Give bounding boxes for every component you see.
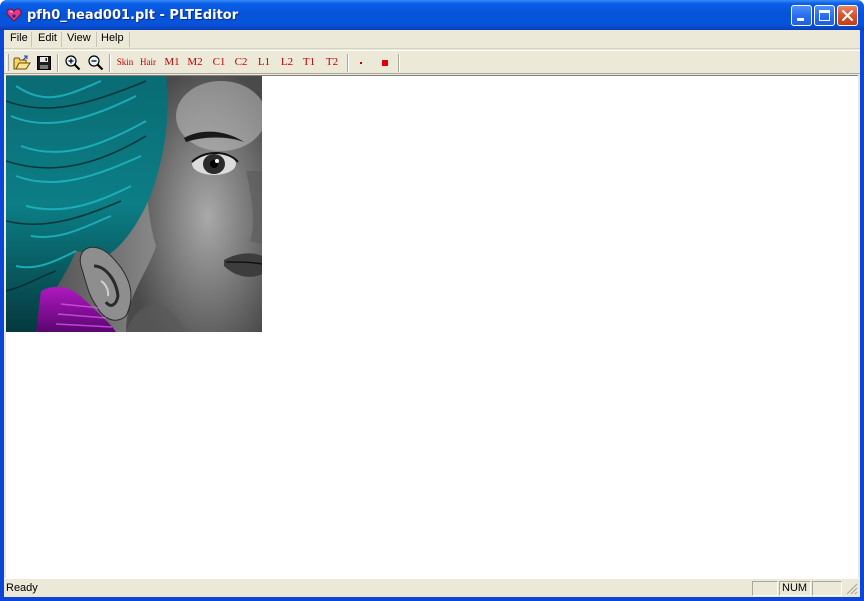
menu-edit[interactable]: Edit: [33, 30, 62, 49]
layer-c2-button[interactable]: C2: [230, 53, 252, 72]
menu-bar: File Edit View Help: [4, 30, 860, 49]
menu-file[interactable]: File: [5, 30, 33, 49]
zoom-out-icon: [87, 55, 103, 71]
layer-c2-label: C2: [234, 56, 248, 68]
title-bar[interactable]: pfh0_head001.plt - PLTEditor: [0, 0, 864, 30]
close-button[interactable]: [837, 5, 858, 26]
layer-m2-button[interactable]: M2: [184, 53, 206, 72]
status-pane-scroll: [812, 581, 842, 596]
app-window: pfh0_head001.plt - PLTEditor File Edit V…: [0, 0, 864, 601]
layer-skin-label: Skin: [116, 57, 134, 67]
zoom-out-button[interactable]: [85, 53, 105, 72]
large-brush-button[interactable]: [375, 53, 395, 72]
close-icon: [842, 10, 853, 21]
menu-separator: [31, 32, 32, 47]
layer-m1-label: M1: [164, 56, 180, 68]
toolbar-separator: [57, 54, 59, 72]
layer-c1-button[interactable]: C1: [208, 53, 230, 72]
layer-t2-button[interactable]: T2: [321, 53, 343, 72]
small-brush-dot-icon: [360, 61, 362, 64]
toolbar-grip[interactable]: [6, 54, 9, 71]
layer-l1-button[interactable]: L1: [253, 53, 275, 72]
menu-view[interactable]: View: [62, 30, 96, 49]
status-pane-caps: [752, 581, 778, 596]
large-brush-square-icon: [382, 59, 388, 66]
layer-hair-label: Hair: [140, 57, 156, 67]
zoom-in-icon: [64, 55, 80, 71]
layer-t2-label: T2: [325, 56, 339, 68]
canvas-area[interactable]: [6, 75, 858, 578]
open-button[interactable]: [12, 53, 32, 72]
layer-t1-label: T1: [302, 56, 316, 68]
menu-separator: [129, 32, 130, 47]
toolbar-separator: [398, 54, 400, 72]
zoom-in-button[interactable]: [62, 53, 82, 72]
minimize-icon: [797, 18, 804, 21]
window-title: pfh0_head001.plt - PLTEditor: [27, 8, 239, 23]
layer-l2-button[interactable]: L2: [276, 53, 298, 72]
small-brush-button[interactable]: [351, 53, 371, 72]
client-area: File Edit View Help Skin Hair M1 M2 C1 C…: [4, 30, 860, 597]
heart-app-icon[interactable]: [6, 7, 22, 23]
status-bar: Ready NUM: [4, 578, 860, 597]
portrait-texture-image[interactable]: [6, 76, 262, 332]
layer-l2-label: L2: [280, 56, 294, 68]
menu-help[interactable]: Help: [96, 30, 129, 49]
open-folder-icon: [13, 55, 31, 69]
layer-hair-button[interactable]: Hair: [137, 53, 159, 72]
toolbar-separator: [347, 54, 349, 72]
save-disk-icon: [37, 55, 51, 70]
layer-skin-button[interactable]: Skin: [114, 53, 136, 72]
minimize-button[interactable]: [791, 5, 812, 26]
layer-m1-button[interactable]: M1: [161, 53, 183, 72]
layer-c1-label: C1: [212, 56, 226, 68]
maximize-icon: [819, 10, 830, 21]
toolbar: Skin Hair M1 M2 C1 C2 L1 L2 T1 T2: [4, 50, 860, 74]
status-text: Ready: [6, 582, 38, 594]
resize-grip-icon[interactable]: [845, 582, 858, 595]
layer-m2-label: M2: [187, 56, 203, 68]
maximize-button[interactable]: [814, 5, 835, 26]
layer-t1-button[interactable]: T1: [298, 53, 320, 72]
layer-l1-label: L1: [257, 56, 271, 68]
toolbar-separator: [109, 54, 111, 72]
save-button[interactable]: [34, 53, 54, 72]
status-pane-num: NUM: [779, 581, 811, 596]
